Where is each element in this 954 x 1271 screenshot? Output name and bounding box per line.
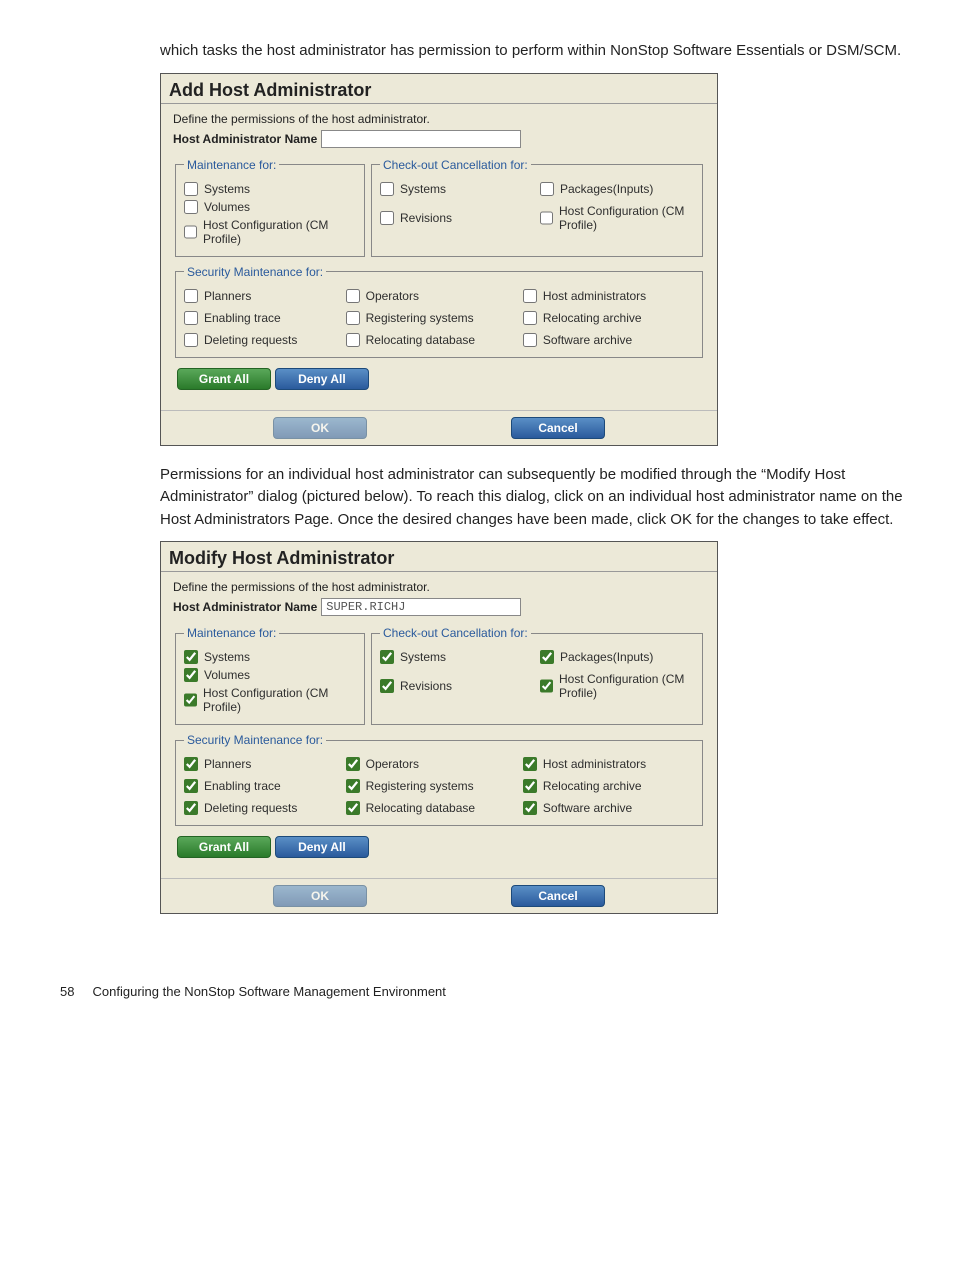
checkout-fieldset: Check-out Cancellation for: Systems Pack…: [371, 626, 703, 725]
name-label: Host Administrator Name: [173, 132, 317, 146]
deny-all-button[interactable]: Deny All: [275, 368, 369, 390]
cb-sec-relarchive[interactable]: [523, 311, 537, 325]
cb-sec-enablingtrace[interactable]: [184, 311, 198, 325]
cb-sec-hostadmins[interactable]: [523, 757, 537, 771]
opt-label: Systems: [400, 650, 446, 664]
deny-all-button[interactable]: Deny All: [275, 836, 369, 858]
security-legend: Security Maintenance for:: [184, 265, 326, 279]
cb-sec-swarchive[interactable]: [523, 333, 537, 347]
opt-label: Packages(Inputs): [560, 182, 653, 196]
cb-co-packages[interactable]: [540, 650, 554, 664]
dialog-title: Modify Host Administrator: [161, 542, 717, 572]
dialog-instruction: Define the permissions of the host admin…: [173, 112, 707, 126]
opt-label: Operators: [366, 289, 419, 303]
checkout-legend: Check-out Cancellation for:: [380, 158, 531, 172]
opt-label: Systems: [400, 182, 446, 196]
opt-label: Relocating archive: [543, 779, 642, 793]
cb-maint-volumes[interactable]: [184, 668, 198, 682]
checkout-fieldset: Check-out Cancellation for: Systems Pack…: [371, 158, 703, 257]
opt-label: Host Configuration (CM Profile): [559, 204, 694, 232]
opt-label: Software archive: [543, 333, 632, 347]
host-admin-name-input[interactable]: [321, 130, 521, 148]
cb-sec-regsystems[interactable]: [346, 311, 360, 325]
opt-label: Host administrators: [543, 757, 646, 771]
opt-label: Registering systems: [366, 779, 474, 793]
maintenance-fieldset: Maintenance for: Systems Volumes Host Co…: [175, 626, 365, 725]
cb-sec-operators[interactable]: [346, 757, 360, 771]
name-label: Host Administrator Name: [173, 600, 317, 614]
cb-sec-swarchive[interactable]: [523, 801, 537, 815]
opt-label: Volumes: [204, 200, 250, 214]
cb-co-revisions[interactable]: [380, 211, 394, 225]
cb-sec-delrequests[interactable]: [184, 333, 198, 347]
cb-co-hostconfig[interactable]: [540, 679, 553, 693]
opt-label: Registering systems: [366, 311, 474, 325]
cb-maint-systems[interactable]: [184, 650, 198, 664]
opt-label: Host Configuration (CM Profile): [559, 672, 694, 700]
dialog-title: Add Host Administrator: [161, 74, 717, 104]
security-legend: Security Maintenance for:: [184, 733, 326, 747]
grant-all-button[interactable]: Grant All: [177, 368, 271, 390]
cancel-button[interactable]: Cancel: [511, 885, 605, 907]
cb-sec-planners[interactable]: [184, 757, 198, 771]
opt-label: Host Configuration (CM Profile): [203, 218, 356, 246]
security-fieldset: Security Maintenance for: Planners Opera…: [175, 733, 703, 826]
cb-co-packages[interactable]: [540, 182, 554, 196]
section-title: Configuring the NonStop Software Managem…: [93, 984, 446, 999]
cb-co-hostconfig[interactable]: [540, 211, 553, 225]
opt-label: Host Configuration (CM Profile): [203, 686, 356, 714]
ok-button[interactable]: OK: [273, 417, 367, 439]
opt-label: Enabling trace: [204, 311, 281, 325]
cb-maint-hostconfig[interactable]: [184, 225, 197, 239]
dialog-instruction: Define the permissions of the host admin…: [173, 580, 707, 594]
opt-label: Systems: [204, 182, 250, 196]
opt-label: Deleting requests: [204, 801, 297, 815]
cb-sec-planners[interactable]: [184, 289, 198, 303]
cb-sec-relarchive[interactable]: [523, 779, 537, 793]
cb-sec-hostadmins[interactable]: [523, 289, 537, 303]
modify-host-admin-dialog: Modify Host Administrator Define the per…: [160, 541, 718, 914]
cb-co-revisions[interactable]: [380, 679, 394, 693]
opt-label: Host administrators: [543, 289, 646, 303]
opt-label: Revisions: [400, 679, 452, 693]
checkout-legend: Check-out Cancellation for:: [380, 626, 531, 640]
host-admin-name-input[interactable]: [321, 598, 521, 616]
opt-label: Planners: [204, 289, 251, 303]
opt-label: Relocating database: [366, 801, 475, 815]
cb-sec-enablingtrace[interactable]: [184, 779, 198, 793]
opt-label: Enabling trace: [204, 779, 281, 793]
page-footer: 58 Configuring the NonStop Software Mana…: [60, 984, 914, 999]
cb-co-systems[interactable]: [380, 650, 394, 664]
cancel-button[interactable]: Cancel: [511, 417, 605, 439]
opt-label: Systems: [204, 650, 250, 664]
opt-label: Operators: [366, 757, 419, 771]
opt-label: Planners: [204, 757, 251, 771]
mid-paragraph: Permissions for an individual host admin…: [160, 464, 914, 532]
cb-sec-operators[interactable]: [346, 289, 360, 303]
intro-paragraph: which tasks the host administrator has p…: [160, 40, 914, 63]
opt-label: Software archive: [543, 801, 632, 815]
cb-maint-volumes[interactable]: [184, 200, 198, 214]
opt-label: Volumes: [204, 668, 250, 682]
add-host-admin-dialog: Add Host Administrator Define the permis…: [160, 73, 718, 446]
cb-maint-hostconfig[interactable]: [184, 693, 197, 707]
cb-sec-regsystems[interactable]: [346, 779, 360, 793]
cb-sec-reldatabase[interactable]: [346, 333, 360, 347]
security-fieldset: Security Maintenance for: Planners Opera…: [175, 265, 703, 358]
cb-maint-systems[interactable]: [184, 182, 198, 196]
page-number: 58: [60, 984, 74, 999]
opt-label: Relocating archive: [543, 311, 642, 325]
maintenance-legend: Maintenance for:: [184, 626, 279, 640]
cb-co-systems[interactable]: [380, 182, 394, 196]
opt-label: Revisions: [400, 211, 452, 225]
maintenance-legend: Maintenance for:: [184, 158, 279, 172]
maintenance-fieldset: Maintenance for: Systems Volumes Host Co…: [175, 158, 365, 257]
opt-label: Packages(Inputs): [560, 650, 653, 664]
ok-button[interactable]: OK: [273, 885, 367, 907]
grant-all-button[interactable]: Grant All: [177, 836, 271, 858]
opt-label: Deleting requests: [204, 333, 297, 347]
opt-label: Relocating database: [366, 333, 475, 347]
cb-sec-reldatabase[interactable]: [346, 801, 360, 815]
cb-sec-delrequests[interactable]: [184, 801, 198, 815]
